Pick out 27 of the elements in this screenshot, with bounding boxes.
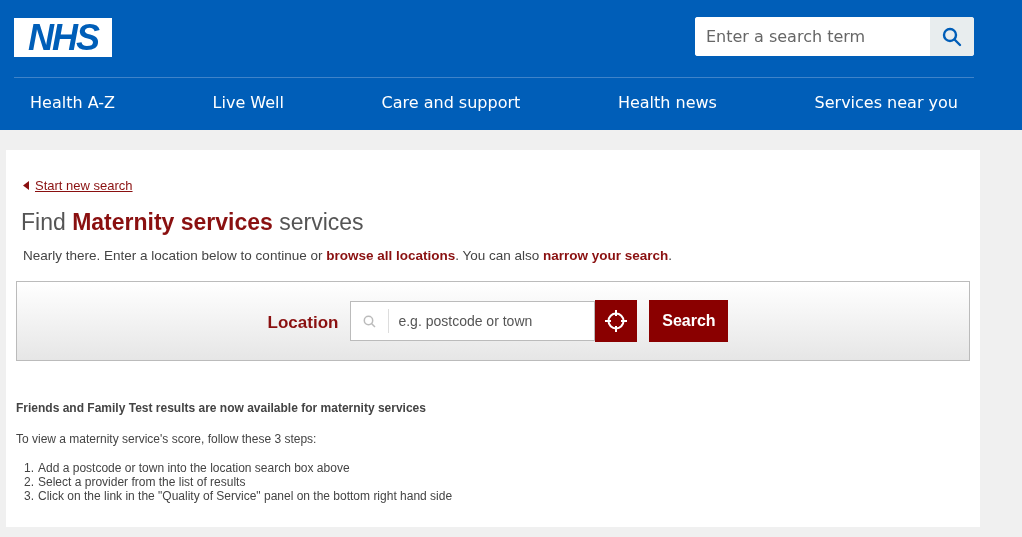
step-text: Click on the link in the "Quality of Service" panel on the bottom right hand side [38,489,453,503]
step-number: 1. [24,461,34,475]
locate-button[interactable] [595,300,638,342]
nav-link[interactable]: Live Well [212,93,284,112]
search-field[interactable]: Enter a search term [695,17,974,56]
nhs-logo[interactable]: NHS [14,18,112,57]
search-button[interactable]: Search [649,300,729,342]
notice-title: Friends and Family Test results are now available for maternity services [16,401,427,415]
back-arrow-icon [23,181,29,190]
nav-link[interactable]: Care and support [381,93,521,112]
search-icon [363,314,377,328]
page-heading: Find Maternity services services [21,209,365,236]
notice-text: To view a maternity service's score, follow these 3 steps: [16,432,318,446]
search-icon [942,26,962,47]
step-text: Select a provider from the list of results [38,475,246,489]
search-button[interactable] [930,17,974,56]
step-text: Add a postcode or town into the location search box above [38,461,350,475]
step-number: 2. [24,475,34,489]
nav-link[interactable]: Health news [617,93,717,112]
location-label: Location [267,313,339,333]
crosshair-icon [604,309,629,333]
intro-text: Nearly there. Enter a location below to continue or browse all locations. You can also narrow your search. [23,248,674,263]
back-link[interactable]: Start new search [35,178,133,193]
step-number: 3. [24,489,34,503]
nav-link[interactable]: Services near you [814,93,958,112]
nav-link[interactable]: Health A-Z [30,93,115,112]
location-field[interactable]: e.g. postcode or town [350,301,596,341]
